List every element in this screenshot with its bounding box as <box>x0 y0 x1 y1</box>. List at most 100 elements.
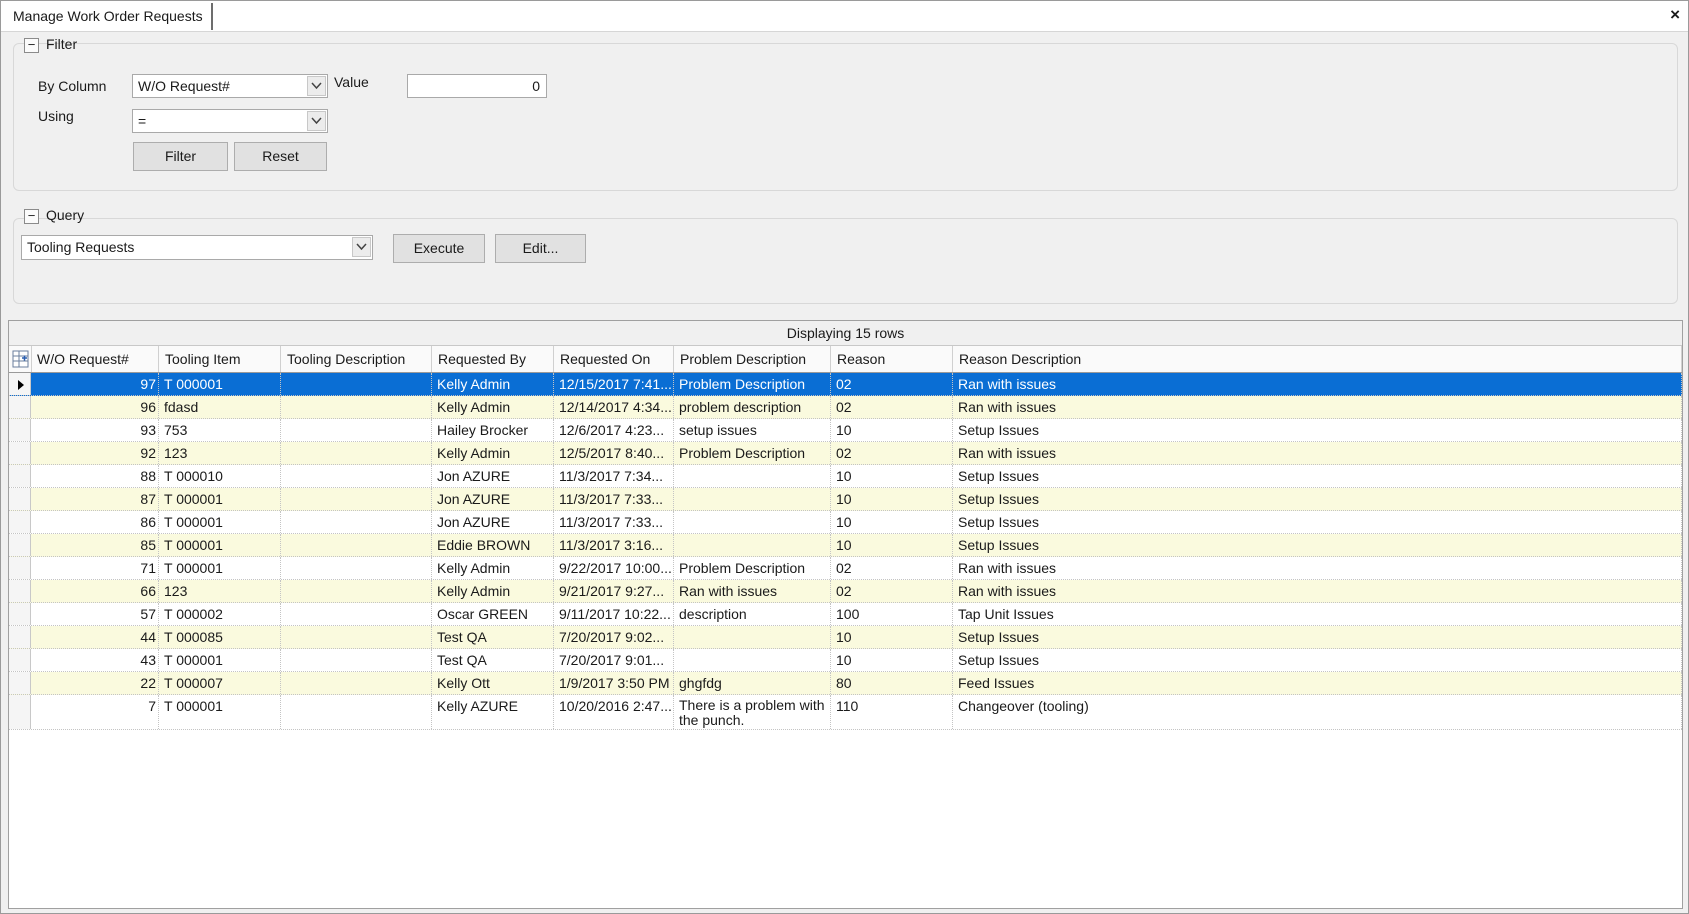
cell-reason-description[interactable]: Tap Unit Issues <box>953 603 1682 625</box>
cell-wo-request[interactable]: 44 <box>31 626 159 648</box>
table-row[interactable]: 57 T 000002 Oscar GREEN 9/11/2017 10:22... d… <box>9 603 1682 626</box>
cell-reason-description[interactable]: Ran with issues <box>953 373 1682 395</box>
cell-problem-description[interactable] <box>674 626 831 648</box>
table-row[interactable]: 71 T 000001 Kelly Admin 9/22/2017 10:00... P… <box>9 557 1682 580</box>
row-selector[interactable] <box>9 396 31 418</box>
cell-tooling-item[interactable]: T 000001 <box>159 557 281 579</box>
cell-tooling-item[interactable]: T 000010 <box>159 465 281 487</box>
cell-reason[interactable]: 100 <box>831 603 953 625</box>
cell-requested-by[interactable]: Test QA <box>432 649 554 671</box>
cell-problem-description[interactable]: setup issues <box>674 419 831 441</box>
cell-requested-on[interactable]: 9/21/2017 9:27... <box>554 580 674 602</box>
cell-requested-on[interactable]: 9/11/2017 10:22... <box>554 603 674 625</box>
cell-wo-request[interactable]: 66 <box>31 580 159 602</box>
table-row[interactable]: 85 T 000001 Eddie BROWN 11/3/2017 3:16... 10… <box>9 534 1682 557</box>
table-row[interactable]: 44 T 000085 Test QA 7/20/2017 9:02... 10 Setu… <box>9 626 1682 649</box>
cell-problem-description[interactable] <box>674 511 831 533</box>
reset-button[interactable]: Reset <box>234 142 327 171</box>
cell-requested-on[interactable]: 7/20/2017 9:01... <box>554 649 674 671</box>
cell-reason-description[interactable]: Setup Issues <box>953 534 1682 556</box>
cell-tooling-description[interactable] <box>281 580 432 602</box>
cell-wo-request[interactable]: 7 <box>31 695 159 729</box>
table-row[interactable]: 88 T 000010 Jon AZURE 11/3/2017 7:34... 10 Se… <box>9 465 1682 488</box>
using-select[interactable]: = <box>132 109 328 133</box>
table-row[interactable]: 86 T 000001 Jon AZURE 11/3/2017 7:33... 10 Se… <box>9 511 1682 534</box>
cell-wo-request[interactable]: 87 <box>31 488 159 510</box>
row-selector[interactable] <box>9 373 31 395</box>
query-collapse-icon[interactable]: − <box>24 209 39 224</box>
cell-requested-on[interactable]: 12/5/2017 8:40... <box>554 442 674 464</box>
cell-requested-by[interactable]: Kelly Admin <box>432 557 554 579</box>
table-row[interactable]: 66 123 Kelly Admin 9/21/2017 9:27... Ran wit… <box>9 580 1682 603</box>
cell-problem-description[interactable]: description <box>674 603 831 625</box>
cell-tooling-description[interactable] <box>281 442 432 464</box>
cell-tooling-description[interactable] <box>281 626 432 648</box>
cell-problem-description[interactable] <box>674 488 831 510</box>
cell-tooling-item[interactable]: T 000085 <box>159 626 281 648</box>
cell-requested-on[interactable]: 11/3/2017 7:34... <box>554 465 674 487</box>
row-selector[interactable] <box>9 672 31 694</box>
cell-tooling-description[interactable] <box>281 534 432 556</box>
row-selector[interactable] <box>9 626 31 648</box>
cell-requested-on[interactable]: 7/20/2017 9:02... <box>554 626 674 648</box>
cell-wo-request[interactable]: 96 <box>31 396 159 418</box>
cell-reason[interactable]: 02 <box>831 396 953 418</box>
cell-tooling-description[interactable] <box>281 649 432 671</box>
filter-button[interactable]: Filter <box>133 142 228 171</box>
cell-requested-by[interactable]: Test QA <box>432 626 554 648</box>
cell-wo-request[interactable]: 57 <box>31 603 159 625</box>
dropdown-arrow-icon[interactable] <box>307 76 326 96</box>
cell-requested-by[interactable]: Kelly AZURE <box>432 695 554 729</box>
cell-requested-by[interactable]: Kelly Ott <box>432 672 554 694</box>
row-selector[interactable] <box>9 603 31 625</box>
cell-tooling-item[interactable]: T 000001 <box>159 488 281 510</box>
column-header-reason-description[interactable]: Reason Description <box>953 346 1682 372</box>
cell-requested-on[interactable]: 9/22/2017 10:00... <box>554 557 674 579</box>
by-column-select[interactable]: W/O Request# <box>132 74 328 98</box>
cell-requested-by[interactable]: Jon AZURE <box>432 488 554 510</box>
table-row[interactable]: 22 T 000007 Kelly Ott 1/9/2017 3:50 PM ghgfd… <box>9 672 1682 695</box>
edit-button[interactable]: Edit... <box>495 234 586 263</box>
cell-tooling-description[interactable] <box>281 557 432 579</box>
cell-wo-request[interactable]: 22 <box>31 672 159 694</box>
cell-tooling-item[interactable]: T 000001 <box>159 373 281 395</box>
cell-reason[interactable]: 10 <box>831 465 953 487</box>
cell-tooling-description[interactable] <box>281 396 432 418</box>
cell-tooling-item[interactable]: 123 <box>159 580 281 602</box>
cell-tooling-item[interactable]: T 000001 <box>159 695 281 729</box>
cell-requested-on[interactable]: 11/3/2017 3:16... <box>554 534 674 556</box>
cell-reason-description[interactable]: Setup Issues <box>953 649 1682 671</box>
cell-wo-request[interactable]: 88 <box>31 465 159 487</box>
cell-tooling-item[interactable]: T 000001 <box>159 511 281 533</box>
cell-tooling-description[interactable] <box>281 373 432 395</box>
cell-tooling-description[interactable] <box>281 511 432 533</box>
column-header-tooling-description[interactable]: Tooling Description <box>281 346 432 372</box>
cell-tooling-item[interactable]: 753 <box>159 419 281 441</box>
cell-tooling-item[interactable]: T 000001 <box>159 649 281 671</box>
cell-tooling-description[interactable] <box>281 488 432 510</box>
cell-reason-description[interactable]: Setup Issues <box>953 419 1682 441</box>
cell-wo-request[interactable]: 93 <box>31 419 159 441</box>
cell-tooling-description[interactable] <box>281 695 432 729</box>
row-selector[interactable] <box>9 488 31 510</box>
column-header-wo-request[interactable]: W/O Request# <box>31 346 159 372</box>
cell-tooling-item[interactable]: T 000001 <box>159 534 281 556</box>
cell-wo-request[interactable]: 86 <box>31 511 159 533</box>
cell-reason[interactable]: 110 <box>831 695 953 729</box>
cell-tooling-item[interactable]: 123 <box>159 442 281 464</box>
cell-problem-description[interactable]: Problem Description <box>674 557 831 579</box>
cell-problem-description[interactable]: There is a problem with the punch. <box>674 695 831 729</box>
filter-collapse-icon[interactable]: − <box>24 38 39 53</box>
cell-problem-description[interactable] <box>674 649 831 671</box>
query-select[interactable]: Tooling Requests <box>21 235 373 260</box>
cell-problem-description[interactable]: problem description <box>674 396 831 418</box>
column-chooser-icon[interactable] <box>9 346 32 372</box>
cell-reason[interactable]: 10 <box>831 649 953 671</box>
cell-reason[interactable]: 02 <box>831 442 953 464</box>
cell-requested-by[interactable]: Jon AZURE <box>432 465 554 487</box>
column-header-tooling-item[interactable]: Tooling Item <box>159 346 281 372</box>
cell-reason[interactable]: 10 <box>831 626 953 648</box>
cell-requested-on[interactable]: 11/3/2017 7:33... <box>554 488 674 510</box>
cell-reason-description[interactable]: Setup Issues <box>953 511 1682 533</box>
row-selector[interactable] <box>9 580 31 602</box>
